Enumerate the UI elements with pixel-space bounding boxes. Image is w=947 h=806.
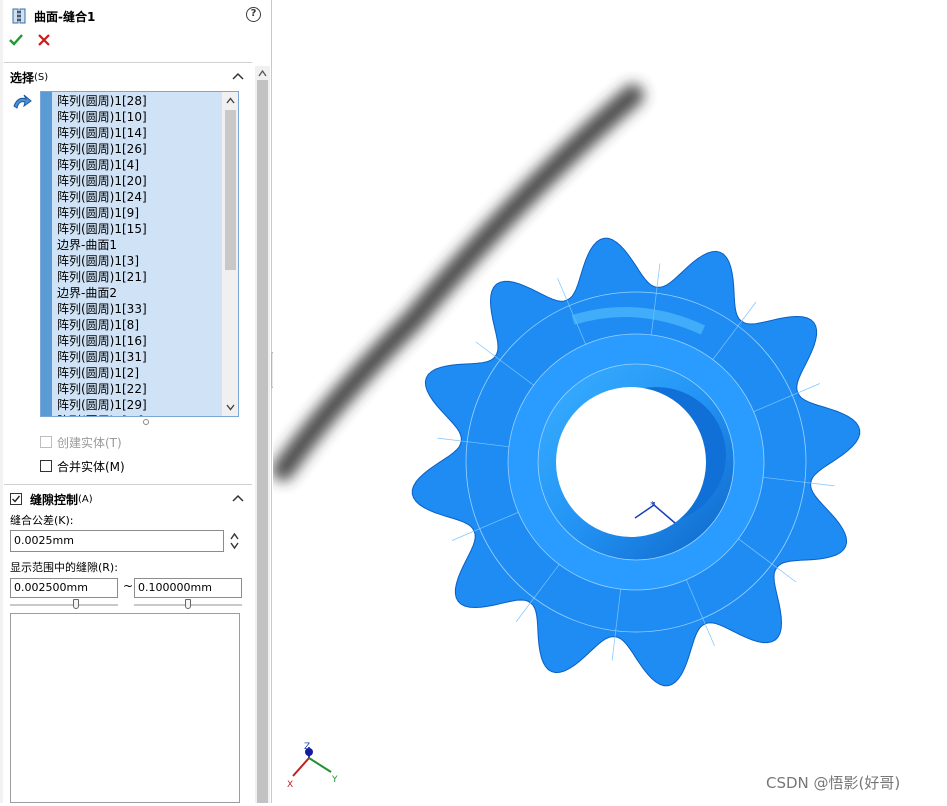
selected-surface-item[interactable]: 阵列(圆周)1[…] xyxy=(57,413,147,416)
selection-section-title: 选择 xyxy=(10,70,35,85)
selection-section-hotkey: (S) xyxy=(34,71,49,83)
selected-surface-item[interactable]: 阵列(圆周)1[3] xyxy=(57,253,147,269)
chevron-up-icon[interactable] xyxy=(232,71,244,81)
divider xyxy=(4,62,252,63)
help-icon[interactable]: ? xyxy=(246,7,261,22)
tolerance-label: 缝合公差(K): xyxy=(10,514,74,527)
selected-surface-item[interactable]: 阵列(圆周)1[10] xyxy=(57,109,147,125)
scroll-up-icon[interactable] xyxy=(226,97,235,104)
scroll-down-icon[interactable] xyxy=(226,404,235,411)
tolerance-input[interactable]: 0.0025mm xyxy=(10,530,224,552)
merge-entities-label: 合并实体(M) xyxy=(57,460,125,474)
selected-surface-item[interactable]: 阵列(圆周)1[2] xyxy=(57,365,147,381)
selected-surface-item[interactable]: 阵列(圆周)1[22] xyxy=(57,381,147,397)
selected-surface-item[interactable]: 阵列(圆周)1[29] xyxy=(57,397,147,413)
knit-surface-icon xyxy=(12,8,26,24)
gap-range-max-input[interactable]: 0.100000mm xyxy=(134,578,242,598)
triad-y-label: Y xyxy=(331,775,338,785)
selected-surfaces-list[interactable]: 阵列(圆周)1[28] 阵列(圆周)1[10] 阵列(圆周)1[14] 阵列(圆周)1… xyxy=(40,91,239,417)
model-view[interactable]: * Z X Y xyxy=(272,0,947,803)
selected-surface-item[interactable]: 阵列(圆周)1[16] xyxy=(57,333,147,349)
tolerance-spinner-icon[interactable] xyxy=(229,531,240,551)
slider-thumb[interactable] xyxy=(185,599,191,609)
selected-surface-item[interactable]: 阵列(圆周)1[31] xyxy=(57,349,147,365)
create-solid-checkbox[interactable] xyxy=(40,436,52,448)
panel-scroll-thumb[interactable] xyxy=(257,80,268,803)
selected-surface-item[interactable]: 阵列(圆周)1[14] xyxy=(57,125,147,141)
selected-surface-item[interactable]: 阵列(圆周)1[26] xyxy=(57,141,147,157)
selected-surface-item[interactable]: 阵列(圆周)1[28] xyxy=(57,93,147,109)
chevron-up-icon[interactable] xyxy=(232,493,244,503)
gap-control-section-header[interactable]: 缝隙控制 (A) xyxy=(10,489,250,509)
scroll-up-icon[interactable] xyxy=(258,69,267,77)
list-scrollbar[interactable] xyxy=(221,92,238,416)
graphics-viewport[interactable]: * Z X Y xyxy=(272,0,947,803)
merge-entities-checkbox[interactable] xyxy=(40,460,52,472)
cancel-x-icon[interactable] xyxy=(36,32,52,48)
slider-track xyxy=(10,604,118,606)
list-scroll-thumb[interactable] xyxy=(225,110,236,270)
svg-text:*: * xyxy=(650,500,655,511)
triad-x-label: X xyxy=(287,780,293,790)
gap-control-title: 缝隙控制 xyxy=(30,492,79,507)
gap-range-label: 显示范围中的缝隙(R): xyxy=(10,561,118,574)
surfaces-selection-icon xyxy=(13,94,32,109)
selected-surface-item[interactable]: 边界-曲面2 xyxy=(57,285,147,301)
checkmark-icon xyxy=(12,495,21,503)
selected-surface-item[interactable]: 阵列(圆周)1[15] xyxy=(57,221,147,237)
selected-surface-item[interactable]: 阵列(圆周)1[24] xyxy=(57,189,147,205)
feature-header: 曲面-缝合1 xyxy=(10,6,95,26)
selected-surface-item[interactable]: 阵列(圆周)1[33] xyxy=(57,301,147,317)
selected-surface-item[interactable]: 阵列(圆周)1[21] xyxy=(57,269,147,285)
gap-range-separator: ~ xyxy=(123,579,134,593)
divider xyxy=(4,484,252,485)
selection-section-header[interactable]: 选择 (S) xyxy=(10,67,250,87)
list-resize-handle[interactable] xyxy=(143,419,149,425)
selected-surface-item[interactable]: 阵列(圆周)1[4] xyxy=(57,157,147,173)
slider-thumb[interactable] xyxy=(73,599,79,609)
selected-surface-item[interactable]: 阵列(圆周)1[20] xyxy=(57,173,147,189)
panel-scrollbar[interactable] xyxy=(255,66,270,803)
watermark-text: CSDN @悟影(好哥) xyxy=(766,774,901,792)
panel-edge xyxy=(0,0,3,803)
selected-surface-item[interactable]: 阵列(圆周)1[9] xyxy=(57,205,147,221)
selected-surface-item[interactable]: 阵列(圆周)1[8] xyxy=(57,317,147,333)
list-focus-bar xyxy=(41,92,52,416)
property-manager-panel: 曲面-缝合1 ? 选择 (S) 阵列(圆周)1[28] 阵列(圆周)1[10] 阵列… xyxy=(0,0,272,803)
feature-title: 曲面-缝合1 xyxy=(34,9,96,24)
selected-surface-item[interactable]: 边界-曲面1 xyxy=(57,237,147,253)
gap-control-hotkey: (A) xyxy=(78,493,93,505)
ok-check-icon[interactable] xyxy=(8,32,24,48)
triad-z-label: Z xyxy=(304,742,310,752)
create-solid-label: 创建实体(T) xyxy=(57,436,122,450)
gap-control-checkbox[interactable] xyxy=(10,493,22,505)
gap-range-max-slider[interactable] xyxy=(134,599,242,611)
gap-results-list[interactable] xyxy=(10,613,240,803)
view-triad: Z X Y xyxy=(287,742,338,790)
gap-range-min-slider[interactable] xyxy=(10,599,118,611)
gap-range-min-input[interactable]: 0.002500mm xyxy=(10,578,118,598)
surfaces-list-items: 阵列(圆周)1[28] 阵列(圆周)1[10] 阵列(圆周)1[14] 阵列(圆周)1… xyxy=(57,93,147,416)
